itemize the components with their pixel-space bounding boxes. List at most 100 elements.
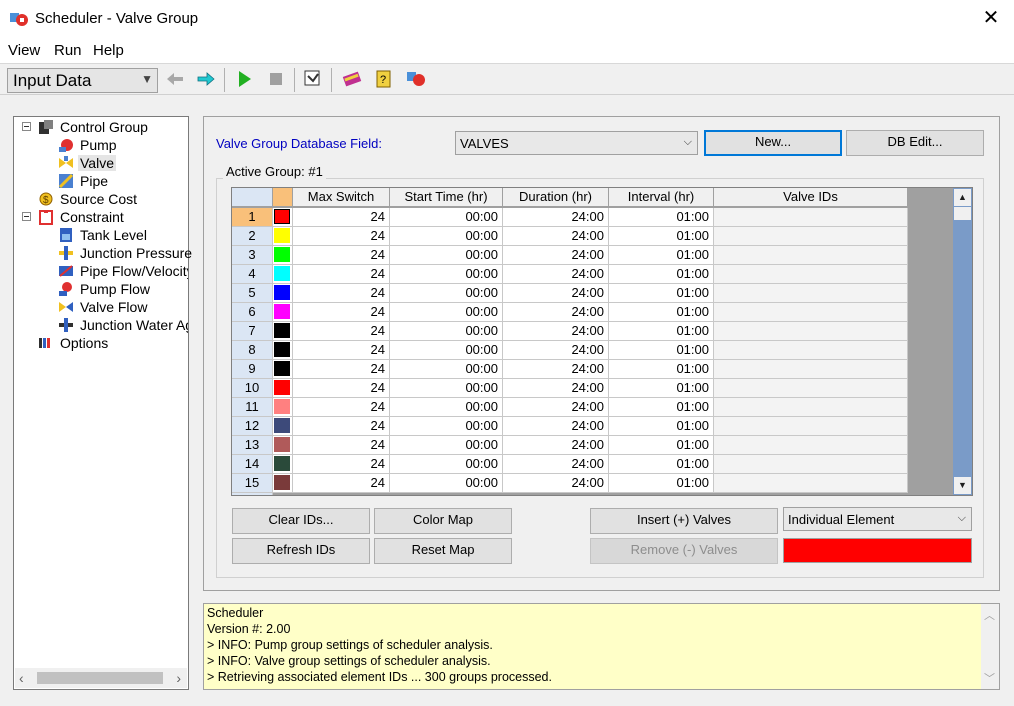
max-switch-cell[interactable]: 24 xyxy=(293,208,390,227)
color-cell[interactable] xyxy=(273,398,293,417)
color-cell[interactable] xyxy=(273,436,293,455)
duration-cell[interactable]: 24:00 xyxy=(503,265,609,284)
tree-item-valve[interactable]: Valve xyxy=(20,154,188,172)
duration-cell[interactable]: 24:00 xyxy=(503,436,609,455)
collapse-icon[interactable] xyxy=(22,122,31,131)
color-cell[interactable] xyxy=(273,341,293,360)
color-cell[interactable] xyxy=(273,360,293,379)
interval-cell[interactable]: 01:00 xyxy=(609,417,714,436)
stop-icon[interactable] xyxy=(265,68,287,90)
valve-ids-cell[interactable] xyxy=(714,436,908,455)
scheduler-tool-icon[interactable] xyxy=(302,68,324,90)
tree-item-pump-flow[interactable]: Pump Flow xyxy=(20,280,188,298)
valve-ids-cell[interactable] xyxy=(714,398,908,417)
duration-cell[interactable]: 24:00 xyxy=(503,360,609,379)
valve-ids-cell[interactable] xyxy=(714,322,908,341)
interval-cell[interactable]: 01:00 xyxy=(609,379,714,398)
row-number[interactable]: 1 xyxy=(232,208,273,227)
start-time-cell[interactable]: 00:00 xyxy=(390,265,503,284)
row-number[interactable]: 4 xyxy=(232,265,273,284)
collapse-icon[interactable] xyxy=(22,212,31,221)
color-map-button[interactable]: Color Map xyxy=(374,508,512,534)
max-switch-cell[interactable]: 24 xyxy=(293,360,390,379)
duration-cell[interactable]: 24:00 xyxy=(503,398,609,417)
tree-item-pipe-flow[interactable]: Pipe Flow/Velocity xyxy=(20,262,188,280)
start-time-cell[interactable]: 00:00 xyxy=(390,436,503,455)
scroll-thumb[interactable] xyxy=(37,672,163,684)
interval-cell[interactable]: 01:00 xyxy=(609,246,714,265)
max-switch-cell[interactable]: 24 xyxy=(293,398,390,417)
grid-vertical-scrollbar[interactable]: ▲ ▼ xyxy=(953,188,972,495)
start-time-header[interactable]: Start Time (hr) xyxy=(390,188,503,207)
row-number[interactable]: 13 xyxy=(232,436,273,455)
max-switch-header[interactable]: Max Switch xyxy=(293,188,390,207)
valve-ids-header[interactable]: Valve IDs xyxy=(714,188,908,207)
scroll-right-icon[interactable]: › xyxy=(176,670,181,686)
tree-item-constraint[interactable]: Constraint xyxy=(20,208,188,226)
row-number[interactable]: 12 xyxy=(232,417,273,436)
interval-cell[interactable]: 01:00 xyxy=(609,474,714,493)
row-number[interactable]: 14 xyxy=(232,455,273,474)
grid-corner[interactable] xyxy=(232,188,273,207)
color-cell[interactable] xyxy=(273,474,293,493)
context-help-icon[interactable]: ? xyxy=(373,68,395,90)
scroll-left-icon[interactable]: ‹ xyxy=(19,670,24,686)
max-switch-cell[interactable]: 24 xyxy=(293,455,390,474)
interval-cell[interactable]: 01:00 xyxy=(609,455,714,474)
selected-color-swatch[interactable] xyxy=(783,538,972,563)
start-time-cell[interactable]: 00:00 xyxy=(390,322,503,341)
duration-cell[interactable]: 24:00 xyxy=(503,474,609,493)
help-book-icon[interactable] xyxy=(341,68,363,90)
max-switch-cell[interactable]: 24 xyxy=(293,474,390,493)
element-mode-select[interactable]: Individual Element ⌵ xyxy=(783,507,972,531)
valve-ids-cell[interactable] xyxy=(714,303,908,322)
db-field-select[interactable]: VALVES ⌵ xyxy=(455,131,698,155)
valve-ids-cell[interactable] xyxy=(714,455,908,474)
interval-header[interactable]: Interval (hr) xyxy=(609,188,714,207)
scroll-up-icon[interactable]: ▲ xyxy=(954,189,971,206)
color-cell[interactable] xyxy=(273,455,293,474)
color-cell[interactable] xyxy=(273,265,293,284)
scroll-down-icon[interactable]: ﹀ xyxy=(984,670,995,686)
max-switch-cell[interactable]: 24 xyxy=(293,417,390,436)
valve-ids-cell[interactable] xyxy=(714,417,908,436)
duration-cell[interactable]: 24:00 xyxy=(503,208,609,227)
log-vertical-scrollbar[interactable]: ︿ ﹀ xyxy=(981,604,999,689)
tree-item-tank-level[interactable]: Tank Level xyxy=(20,226,188,244)
scroll-up-icon[interactable]: ︿ xyxy=(984,607,995,623)
interval-cell[interactable]: 01:00 xyxy=(609,208,714,227)
menu-view[interactable]: View xyxy=(8,42,40,59)
interval-cell[interactable]: 01:00 xyxy=(609,398,714,417)
color-cell[interactable] xyxy=(273,208,293,227)
duration-cell[interactable]: 24:00 xyxy=(503,284,609,303)
tree-item-junction-water-age[interactable]: Junction Water Age xyxy=(20,316,188,334)
view-select[interactable]: Input Data ▼ xyxy=(7,68,158,93)
valve-ids-cell[interactable] xyxy=(714,474,908,493)
db-edit-button[interactable]: DB Edit... xyxy=(846,130,984,156)
color-cell[interactable] xyxy=(273,417,293,436)
row-number[interactable]: 6 xyxy=(232,303,273,322)
start-time-cell[interactable]: 00:00 xyxy=(390,341,503,360)
close-icon[interactable]: ✕ xyxy=(978,4,1004,32)
back-arrow-icon[interactable] xyxy=(164,68,186,90)
duration-cell[interactable]: 24:00 xyxy=(503,227,609,246)
valve-ids-cell[interactable] xyxy=(714,284,908,303)
scroll-down-icon[interactable]: ▼ xyxy=(954,477,971,494)
max-switch-cell[interactable]: 24 xyxy=(293,322,390,341)
color-cell[interactable] xyxy=(273,322,293,341)
max-switch-cell[interactable]: 24 xyxy=(293,341,390,360)
valve-group-grid[interactable]: Max Switch Start Time (hr) Duration (hr) In… xyxy=(231,187,973,496)
interval-cell[interactable]: 01:00 xyxy=(609,322,714,341)
interval-cell[interactable]: 01:00 xyxy=(609,436,714,455)
max-switch-cell[interactable]: 24 xyxy=(293,265,390,284)
remove-valves-button[interactable]: Remove (-) Valves xyxy=(590,538,778,564)
duration-cell[interactable]: 24:00 xyxy=(503,417,609,436)
valve-ids-cell[interactable] xyxy=(714,379,908,398)
max-switch-cell[interactable]: 24 xyxy=(293,303,390,322)
menu-run[interactable]: Run xyxy=(54,42,82,59)
valve-ids-cell[interactable] xyxy=(714,360,908,379)
scroll-thumb[interactable] xyxy=(954,207,971,220)
color-cell[interactable] xyxy=(273,284,293,303)
tree-item-valve-flow[interactable]: Valve Flow xyxy=(20,298,188,316)
color-header[interactable] xyxy=(273,188,293,207)
